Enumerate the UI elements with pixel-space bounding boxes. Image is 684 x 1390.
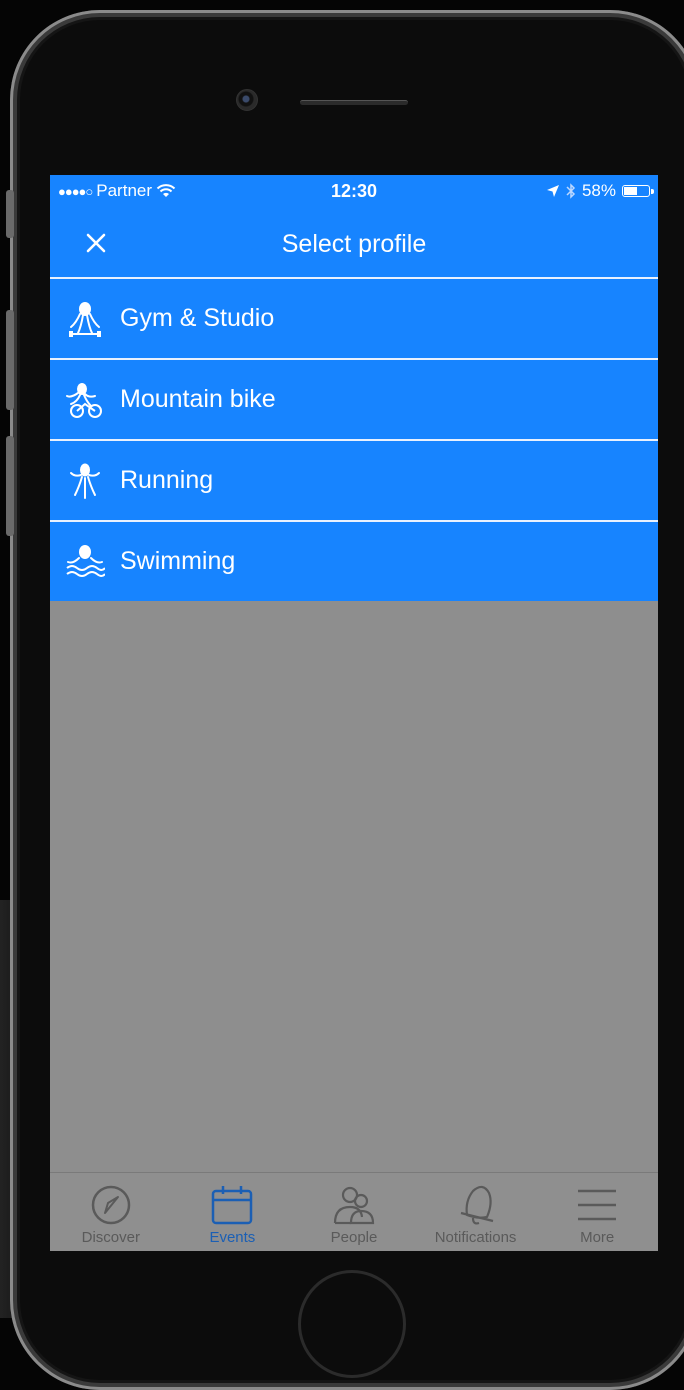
profile-label: Mountain bike (120, 385, 276, 413)
tab-label: Notifications (434, 1229, 517, 1246)
tab-bar: Discover Events People Notifications Mor… (50, 1172, 658, 1251)
bluetooth-icon (566, 183, 576, 199)
location-arrow-icon (546, 185, 559, 197)
page-title: Select profile (281, 230, 427, 258)
tab-label: People (330, 1229, 378, 1246)
octopus-running-icon (64, 460, 106, 502)
volume-down-button (6, 436, 14, 536)
earpiece-speaker (300, 100, 408, 105)
bell-icon (460, 1185, 493, 1225)
battery-icon (622, 185, 654, 197)
app-screen: ●●●●○ Partner 12:30 58% Select profile G… (50, 175, 658, 1251)
profile-label: Running (120, 466, 214, 494)
home-button[interactable] (298, 1270, 406, 1378)
mute-switch (6, 190, 14, 238)
compass-icon (91, 1185, 131, 1225)
volume-up-button (6, 310, 14, 410)
nav-bar: Select profile (50, 211, 658, 277)
tab-label: Events (209, 1229, 256, 1246)
profile-list: Gym & Studio Mountain bike Running Swimm… (50, 277, 658, 601)
battery-percent: 58% (581, 181, 616, 200)
octopus-swimming-icon (64, 541, 106, 583)
people-icon (333, 1186, 375, 1225)
profile-item-running[interactable]: Running (50, 439, 658, 520)
calendar-icon (212, 1186, 253, 1225)
front-camera (236, 89, 258, 111)
tab-discover[interactable]: Discover (50, 1173, 172, 1251)
battery-nub (651, 189, 654, 194)
tab-notifications[interactable]: Notifications (415, 1173, 537, 1251)
octopus-gym-icon (64, 298, 106, 340)
tab-label: Discover (81, 1229, 140, 1246)
tab-people[interactable]: People (293, 1173, 415, 1251)
profile-label: Swimming (120, 547, 236, 575)
battery-fill (624, 187, 637, 195)
profile-item-swimming[interactable]: Swimming (50, 520, 658, 601)
tab-label: More (580, 1229, 615, 1246)
profile-item-mountain-bike[interactable]: Mountain bike (50, 358, 658, 439)
profile-label: Gym & Studio (120, 304, 275, 332)
tab-events[interactable]: Events (172, 1173, 294, 1251)
menu-icon (578, 1189, 617, 1221)
status-bar: ●●●●○ Partner 12:30 58% (50, 175, 658, 211)
status-right: 58% (546, 181, 654, 201)
tab-more[interactable]: More (536, 1173, 658, 1251)
octopus-bike-icon (64, 379, 106, 421)
profile-item-gym[interactable]: Gym & Studio (50, 277, 658, 358)
